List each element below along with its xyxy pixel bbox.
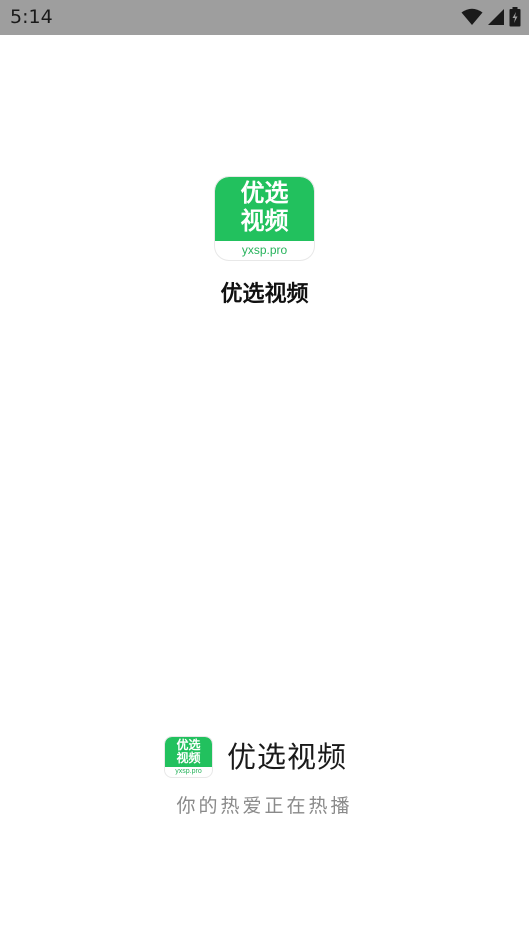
brand-logo-text-line2: 视频 [176,751,201,765]
status-time: 5:14 [10,6,53,28]
app-icon-domain: yxsp.pro [241,243,288,257]
brand-slogan: 你的热爱正在热播 [176,795,353,817]
brand-name: 优选视频 [227,740,348,774]
app-icon-badge: 优选 视频 [215,177,314,241]
brand-logo-badge: 优选 视频 [165,737,212,767]
brand-logo-icon: 优选 视频 yxsp.pro [165,737,212,777]
battery-charging-icon [509,7,521,27]
cell-signal-icon [487,8,505,26]
splash-screen: 5:14 优选 视频 yxsp.pro 优选视频 优选 视频 yxsp.pro … [0,0,529,942]
status-bar: 5:14 [0,0,529,35]
brand-row: 优选 视频 yxsp.pro 优选视频 [165,737,375,779]
app-icon-text-line1: 优选 [240,179,289,207]
wifi-icon [461,8,483,26]
app-name: 优选视频 [220,282,309,307]
app-icon: 优选 视频 yxsp.pro [215,177,314,260]
brand-logo-domain: yxsp.pro [175,768,202,775]
app-icon-text-line2: 视频 [240,207,289,235]
status-icons [461,7,521,27]
